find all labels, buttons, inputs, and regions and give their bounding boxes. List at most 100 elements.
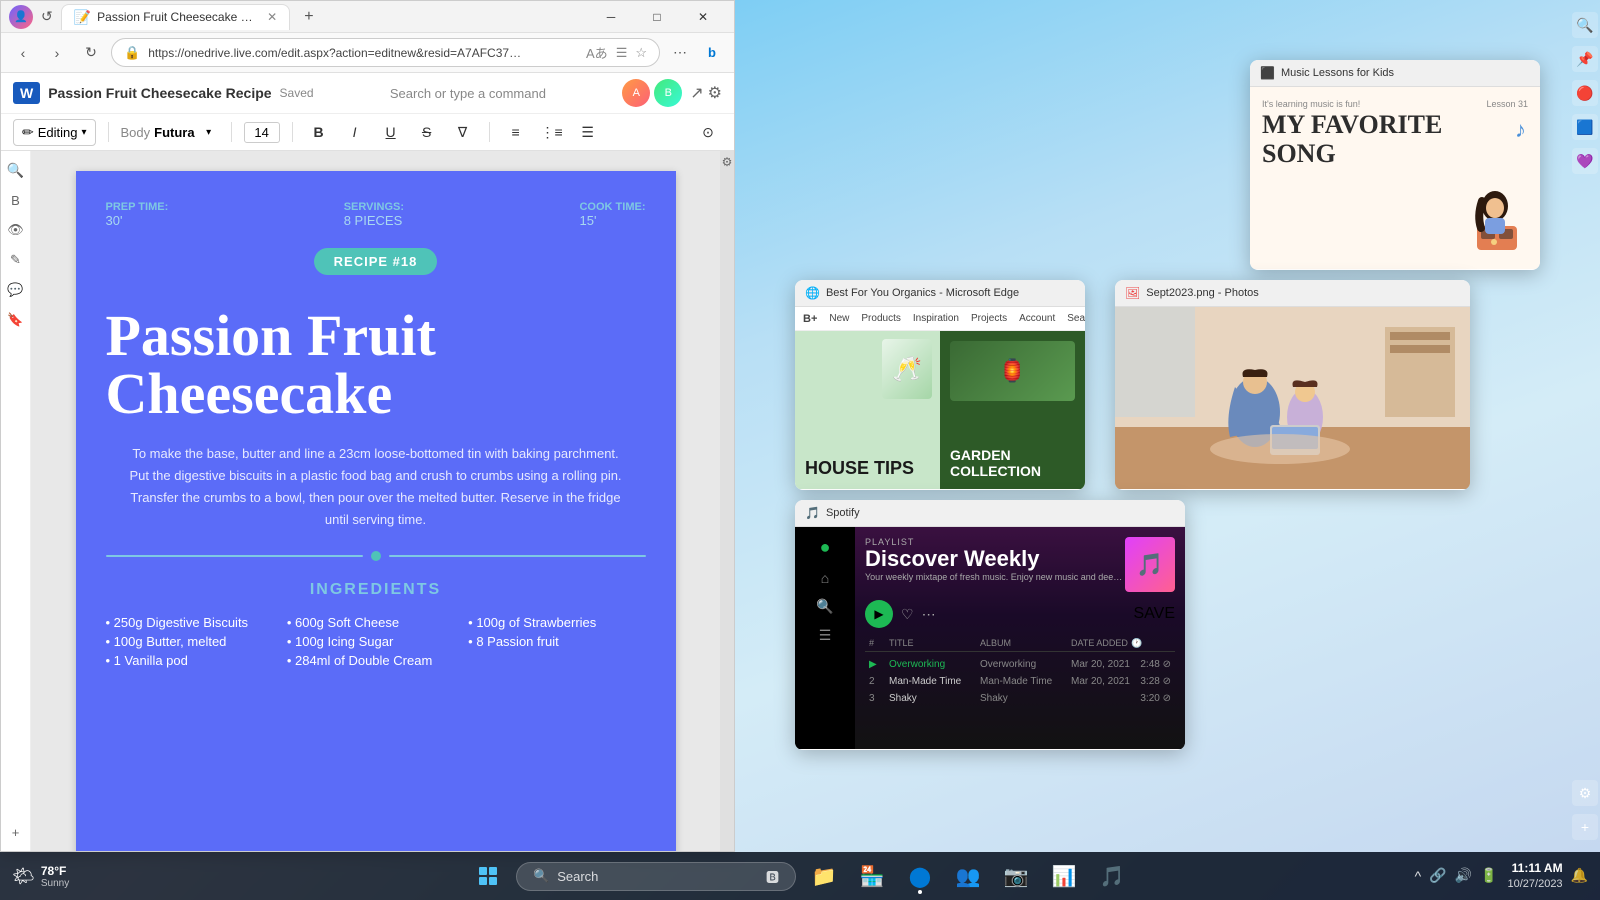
- underline-btn[interactable]: U: [377, 118, 405, 146]
- tray-chevron[interactable]: ^: [1413, 866, 1424, 886]
- spotify-window[interactable]: 🎵 Spotify ● ⌂ 🔍 ☰: [795, 500, 1185, 750]
- new-tab-btn[interactable]: +: [298, 8, 319, 26]
- taskbar-powerpoint[interactable]: 📊: [1044, 856, 1084, 896]
- hero-house-tips: HOUSE TIPS: [805, 459, 930, 479]
- taskbar-spotify[interactable]: 🎵: [1092, 856, 1132, 896]
- windows-logo: [479, 867, 497, 885]
- spotify-track-header: # TITLE ALBUM DATE ADDED 🕐: [865, 636, 1175, 652]
- font-selector: Body Futura ▾: [121, 122, 219, 142]
- time-display[interactable]: 11:11 AM 10/27/2023: [1508, 861, 1563, 891]
- numbered-list-btn[interactable]: ⋮≡: [538, 118, 566, 146]
- reader-icon[interactable]: ☰: [616, 45, 628, 61]
- font-dropdown-arrow[interactable]: ▾: [199, 122, 219, 142]
- share-btn[interactable]: ↗: [690, 83, 703, 103]
- special-char-btn[interactable]: ∇: [449, 118, 477, 146]
- widget-tool-7[interactable]: +: [1572, 814, 1598, 840]
- taskbar-search[interactable]: 🔍 Search 🅱: [516, 862, 796, 891]
- close-btn[interactable]: ✕: [680, 1, 726, 33]
- user-avatar-2: B: [654, 79, 682, 107]
- align-btn[interactable]: ☰: [574, 118, 602, 146]
- italic-btn[interactable]: I: [341, 118, 369, 146]
- music-title-bar: ⬛ Music Lessons for Kids: [1250, 60, 1540, 87]
- cook-time-block: COOK TIME: 15': [579, 201, 645, 228]
- word-search-bar[interactable]: Search or type a command: [322, 86, 615, 101]
- taskbar-teams[interactable]: 👥: [948, 856, 988, 896]
- tray-network-icon[interactable]: 🔗: [1427, 865, 1448, 886]
- spotify-heart-icon[interactable]: ♡: [901, 606, 914, 623]
- music-lessons-window[interactable]: ⬛ Music Lessons for Kids It's learning m…: [1250, 60, 1540, 270]
- tab-title: Passion Fruit Cheesecake Recipe.doc: [97, 10, 257, 24]
- bold-btn[interactable]: B: [305, 118, 333, 146]
- widget-tool-1[interactable]: 🔍: [1572, 12, 1598, 38]
- reload-btn[interactable]: ↻: [77, 39, 105, 67]
- start-button[interactable]: [468, 856, 508, 896]
- widget-tool-2[interactable]: 📌: [1572, 46, 1598, 72]
- sidebar-tool-1[interactable]: B: [5, 189, 27, 211]
- maximize-btn[interactable]: □: [634, 1, 680, 33]
- track-album-2: Man-Made Time: [980, 676, 1071, 687]
- track-name-1: Overworking: [889, 659, 980, 670]
- tab-close-icon[interactable]: ✕: [267, 10, 277, 24]
- sidebar-tool-5[interactable]: 🔖: [5, 309, 27, 331]
- sidebar-tool-4[interactable]: 💬: [5, 279, 27, 301]
- spotify-track-row-3[interactable]: 3 Shaky Shaky 3:20 ⊘: [865, 690, 1175, 707]
- url-bar[interactable]: 🔒 https://onedrive.live.com/edit.aspx?ac…: [111, 38, 660, 67]
- sidebar-tool-3[interactable]: ✎: [5, 249, 27, 271]
- zoom-in-tool[interactable]: 🔍: [5, 159, 27, 181]
- taskbar-edge[interactable]: ⬤: [900, 856, 940, 896]
- view-options-btn[interactable]: ⚙: [708, 83, 722, 103]
- divider-line-right: [389, 555, 646, 557]
- word-doc-scroll[interactable]: PREP TIME: 30' SERVINGS: 8 PIECES COOK T…: [31, 151, 720, 851]
- font-name[interactable]: Futura: [154, 125, 194, 140]
- notification-btn[interactable]: 🔔: [1571, 867, 1588, 884]
- sidebar-tool-6[interactable]: +: [5, 821, 27, 843]
- weather-condition: Sunny: [41, 878, 69, 889]
- bing-chat-icon[interactable]: b: [698, 39, 726, 67]
- sidebar-tool-2[interactable]: 👁: [5, 219, 27, 241]
- widget-tool-6[interactable]: ⚙: [1572, 780, 1598, 806]
- tray-battery-icon[interactable]: 🔋: [1478, 865, 1499, 886]
- track-num-1: ▶: [869, 659, 889, 670]
- browser-profile-icon[interactable]: 👤: [9, 5, 33, 29]
- editing-dropdown[interactable]: ✏ Editing ▾: [13, 119, 96, 146]
- weather-widget[interactable]: 🌤 78°F Sunny: [12, 864, 69, 889]
- word-content-area: 🔍 B 👁 ✎ 💬 🔖 + PREP TIME: 30': [1, 151, 734, 851]
- browser-history-icon[interactable]: ↺: [41, 8, 53, 25]
- strikethrough-btn[interactable]: S: [413, 118, 441, 146]
- back-btn[interactable]: ‹: [9, 39, 37, 67]
- spotify-home-icon[interactable]: ⌂: [821, 570, 829, 586]
- taskbar-file-explorer[interactable]: 📁: [804, 856, 844, 896]
- widget-tool-4[interactable]: 🟦: [1572, 114, 1598, 140]
- favorites-icon[interactable]: ☆: [635, 45, 647, 61]
- ingredient-item-3: • 100g of Strawberries • 8 Passion fruit: [468, 615, 645, 672]
- spotify-search-icon[interactable]: 🔍: [816, 598, 833, 615]
- address-bar-icons: ⋯ b: [666, 39, 726, 67]
- spotify-track-row[interactable]: ▶ Overworking Overworking Mar 20, 2021 2…: [865, 656, 1175, 673]
- organics-window[interactable]: 🌐 Best For You Organics - Microsoft Edge…: [795, 280, 1085, 490]
- widget-tool-5[interactable]: 💜: [1572, 148, 1598, 174]
- minimize-btn[interactable]: ─: [588, 1, 634, 33]
- tray-volume-icon[interactable]: 🔊: [1453, 865, 1474, 886]
- widget-tool-3[interactable]: 🔴: [1572, 80, 1598, 106]
- spotify-library-icon[interactable]: ☰: [819, 627, 832, 644]
- spotify-play-btn[interactable]: ▶: [865, 600, 893, 628]
- toolbar-strip-icon-1[interactable]: ⚙: [722, 155, 733, 169]
- track-date-2: Mar 20, 2021: [1071, 676, 1131, 687]
- font-size-input[interactable]: [244, 122, 280, 143]
- more-options-btn[interactable]: ⊙: [694, 118, 722, 146]
- word-doc-title: Passion Fruit Cheesecake Recipe: [48, 85, 271, 101]
- settings-icon[interactable]: ⋯: [666, 39, 694, 67]
- bullet-list-btn[interactable]: ≡: [502, 118, 530, 146]
- toolbar-divider-2: [231, 122, 232, 142]
- taskbar-ms-store[interactable]: 🏪: [852, 856, 892, 896]
- toolbar-divider-4: [489, 122, 490, 142]
- taskbar-photos[interactable]: 📷: [996, 856, 1036, 896]
- active-browser-tab[interactable]: 📝 Passion Fruit Cheesecake Recipe.doc ✕: [61, 4, 291, 30]
- spotify-dots-icon[interactable]: ⋯: [922, 606, 936, 623]
- photos-scene: [1115, 307, 1470, 489]
- spotify-save-btn[interactable]: SAVE: [1134, 605, 1176, 623]
- photos-window[interactable]: 🖼 Sept2023.png - Photos: [1115, 280, 1470, 490]
- spotify-track-row-2[interactable]: 2 Man-Made Time Man-Made Time Mar 20, 20…: [865, 673, 1175, 690]
- forward-btn[interactable]: ›: [43, 39, 71, 67]
- translate-icon[interactable]: Aあ: [586, 43, 608, 62]
